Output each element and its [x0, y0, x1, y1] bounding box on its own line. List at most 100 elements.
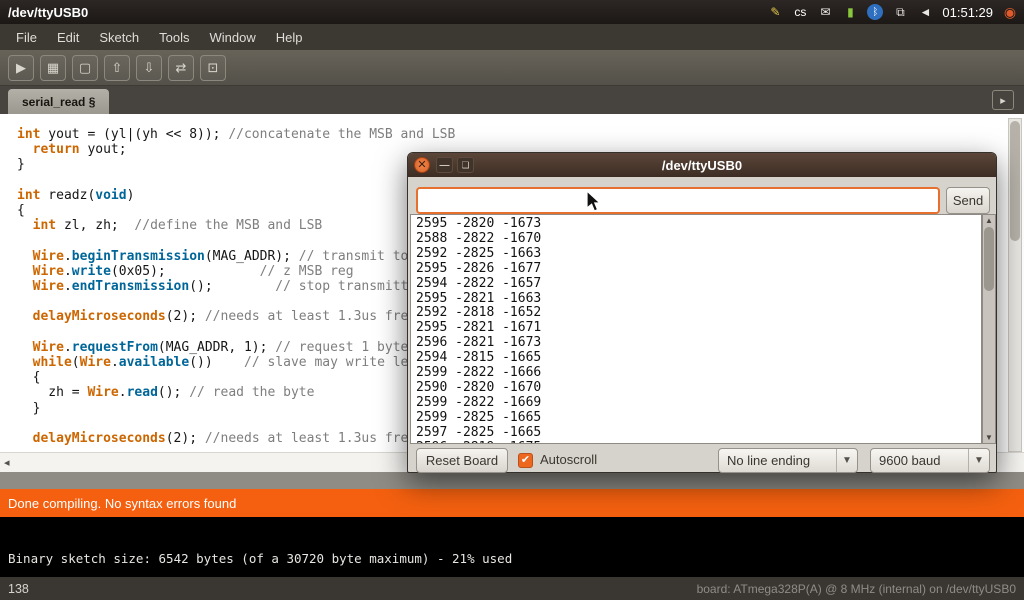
clock[interactable]: 01:51:29 — [942, 5, 993, 20]
pane-splitter[interactable] — [0, 472, 1024, 489]
serial-line: 2599 -2825 -1665 — [416, 411, 541, 426]
code-line — [17, 325, 463, 340]
new-sketch-button[interactable]: ▢ — [72, 55, 98, 81]
code-line: { — [17, 203, 463, 218]
serial-line: 2588 -2822 -1670 — [416, 232, 541, 247]
serial-line: 2599 -2822 -1666 — [416, 366, 541, 381]
maximize-icon: ❏ — [461, 160, 469, 171]
close-button[interactable]: ✕ — [414, 157, 430, 173]
code-line: int readz(void) — [17, 188, 463, 203]
code-line: delayMicroseconds(2); //needs at least 1… — [17, 431, 463, 446]
menu-help[interactable]: Help — [266, 26, 313, 49]
scroll-left-icon[interactable]: ◂ — [4, 456, 10, 469]
serial-monitor-icon: ⊡ — [208, 60, 219, 76]
code-line — [17, 173, 463, 188]
menu-sketch[interactable]: Sketch — [89, 26, 149, 49]
code-line: int zl, zh; //define the MSB and LSB — [17, 218, 463, 233]
baud-rate-value: 9600 baud — [871, 453, 968, 468]
serial-monitor-titlebar[interactable]: /dev/ttyUSB0 ✕ — ❏ — [408, 153, 996, 177]
serial-scrollbar-thumb[interactable] — [984, 227, 994, 291]
serial-line: 2595 -2821 -1663 — [416, 292, 541, 307]
menu-edit[interactable]: Edit — [47, 26, 89, 49]
verify-icon: ▶ — [16, 60, 26, 76]
serial-monitor-controls: Reset Board ✔ Autoscroll No line ending … — [408, 448, 996, 474]
network-icon[interactable]: ⧉ — [892, 4, 908, 20]
serial-output-lines: 2595 -2820 -16732588 -2822 -16702592 -28… — [416, 217, 541, 444]
new-sketch-icon: ▢ — [79, 60, 91, 76]
tab-serial-read[interactable]: serial_read § — [8, 89, 109, 114]
serial-line: 2599 -2822 -1669 — [416, 396, 541, 411]
minimize-icon: — — [440, 160, 450, 171]
code-line: delayMicroseconds(2); //needs at least 1… — [17, 309, 463, 324]
desktop: /dev/ttyUSB0 ✎ cs ✉ ▮ ᛒ ⧉ ◄ 01:51:29 ◉ FileEdit… — [0, 0, 1024, 600]
reset-board-button[interactable]: Reset Board — [416, 448, 508, 473]
build-console: Binary sketch size: 6542 bytes (of a 307… — [0, 517, 1024, 577]
volume-icon[interactable]: ◄ — [917, 4, 933, 20]
session-menu-icon[interactable]: ◉ — [1002, 4, 1018, 20]
serial-line: 2590 -2820 -1670 — [416, 381, 541, 396]
editor-scrollbar-thumb[interactable] — [1010, 121, 1020, 241]
serial-line: 2592 -2818 -1652 — [416, 306, 541, 321]
serial-line: 2592 -2825 -1663 — [416, 247, 541, 262]
chevron-down-icon: ▼ — [836, 449, 857, 472]
code-line: } — [17, 401, 463, 416]
build-console-text: Binary sketch size: 6542 bytes (of a 307… — [8, 551, 512, 566]
code-line — [17, 233, 463, 248]
upload-button[interactable]: ⇄ — [168, 55, 194, 81]
menu-file[interactable]: File — [6, 26, 47, 49]
save-sketch-icon: ⇩ — [144, 60, 155, 76]
board-info: board: ATmega328P(A) @ 8 MHz (internal) … — [697, 582, 1016, 596]
line-ending-select[interactable]: No line ending ▼ — [718, 448, 858, 473]
serial-monitor-title: /dev/ttyUSB0 — [662, 158, 742, 173]
serial-send-input[interactable] — [416, 187, 940, 214]
chevron-down-icon: ▼ — [968, 449, 989, 472]
upload-icon: ⇄ — [176, 60, 187, 76]
toolbar: ▶ ▦ ▢ ⇧ ⇩ ⇄ ⊡ — [0, 50, 1024, 86]
serial-line: 2595 -2820 -1673 — [416, 217, 541, 232]
tab-bar: serial_read § ▸ — [0, 86, 1024, 114]
line-ending-value: No line ending — [719, 453, 836, 468]
menu-tools[interactable]: Tools — [149, 26, 199, 49]
tab-menu-button[interactable]: ▸ — [992, 90, 1014, 110]
battery-icon[interactable]: ▮ — [842, 4, 858, 20]
code-line — [17, 416, 463, 431]
code-line: zh = Wire.read(); // read the byte — [17, 385, 463, 400]
stop-button[interactable]: ▦ — [40, 55, 66, 81]
send-button[interactable]: Send — [946, 187, 990, 214]
code-line: Wire.beginTransmission(MAG_ADDR); // tra… — [17, 249, 463, 264]
scroll-down-icon[interactable]: ▼ — [985, 433, 993, 442]
serial-line: 2594 -2822 -1657 — [416, 277, 541, 292]
code-area: int yout = (yl|(yh << 8)); //concatenate… — [17, 127, 463, 446]
baud-rate-select[interactable]: 9600 baud ▼ — [870, 448, 990, 473]
tab-label: serial_read § — [22, 95, 95, 109]
bluetooth-icon[interactable]: ᛒ — [867, 4, 883, 20]
code-line: Wire.endTransmission(); // stop transmit… — [17, 279, 463, 294]
serial-line: 2595 -2826 -1677 — [416, 262, 541, 277]
compile-status-message: Done compiling. No syntax errors found — [8, 496, 236, 511]
save-sketch-button[interactable]: ⇩ — [136, 55, 162, 81]
scroll-up-icon[interactable]: ▲ — [985, 216, 993, 225]
stop-icon: ▦ — [47, 60, 59, 76]
editor-vertical-scrollbar[interactable] — [1008, 118, 1022, 452]
menu-window[interactable]: Window — [199, 26, 265, 49]
code-line: int yout = (yl|(yh << 8)); //concatenate… — [17, 127, 463, 142]
mail-icon[interactable]: ✉ — [817, 4, 833, 20]
reset-board-label: Reset Board — [426, 453, 498, 468]
serial-monitor-window: /dev/ttyUSB0 ✕ — ❏ Send 2595 -2820 -1673… — [407, 152, 997, 473]
checkmark-icon: ✔ — [521, 454, 530, 466]
serial-output-area[interactable]: 2595 -2820 -16732588 -2822 -16702592 -28… — [410, 214, 982, 444]
open-sketch-icon: ⇧ — [112, 60, 123, 76]
code-line: Wire.requestFrom(MAG_ADDR, 1); // reques… — [17, 340, 463, 355]
serial-output-scrollbar[interactable]: ▲ ▼ — [982, 214, 996, 444]
open-sketch-button[interactable]: ⇧ — [104, 55, 130, 81]
keyboard-layout-icon[interactable]: ✎ — [767, 4, 783, 20]
maximize-button[interactable]: ❏ — [457, 157, 474, 173]
autoscroll-checkbox[interactable]: ✔ — [518, 453, 533, 468]
close-icon: ✕ — [417, 160, 426, 171]
serial-monitor-button[interactable]: ⊡ — [200, 55, 226, 81]
verify-button[interactable]: ▶ — [8, 55, 34, 81]
input-language-indicator[interactable]: cs — [792, 4, 808, 20]
window-title: /dev/ttyUSB0 — [8, 5, 88, 20]
menubar: FileEditSketchToolsWindowHelp — [0, 24, 1024, 50]
minimize-button[interactable]: — — [436, 157, 453, 173]
